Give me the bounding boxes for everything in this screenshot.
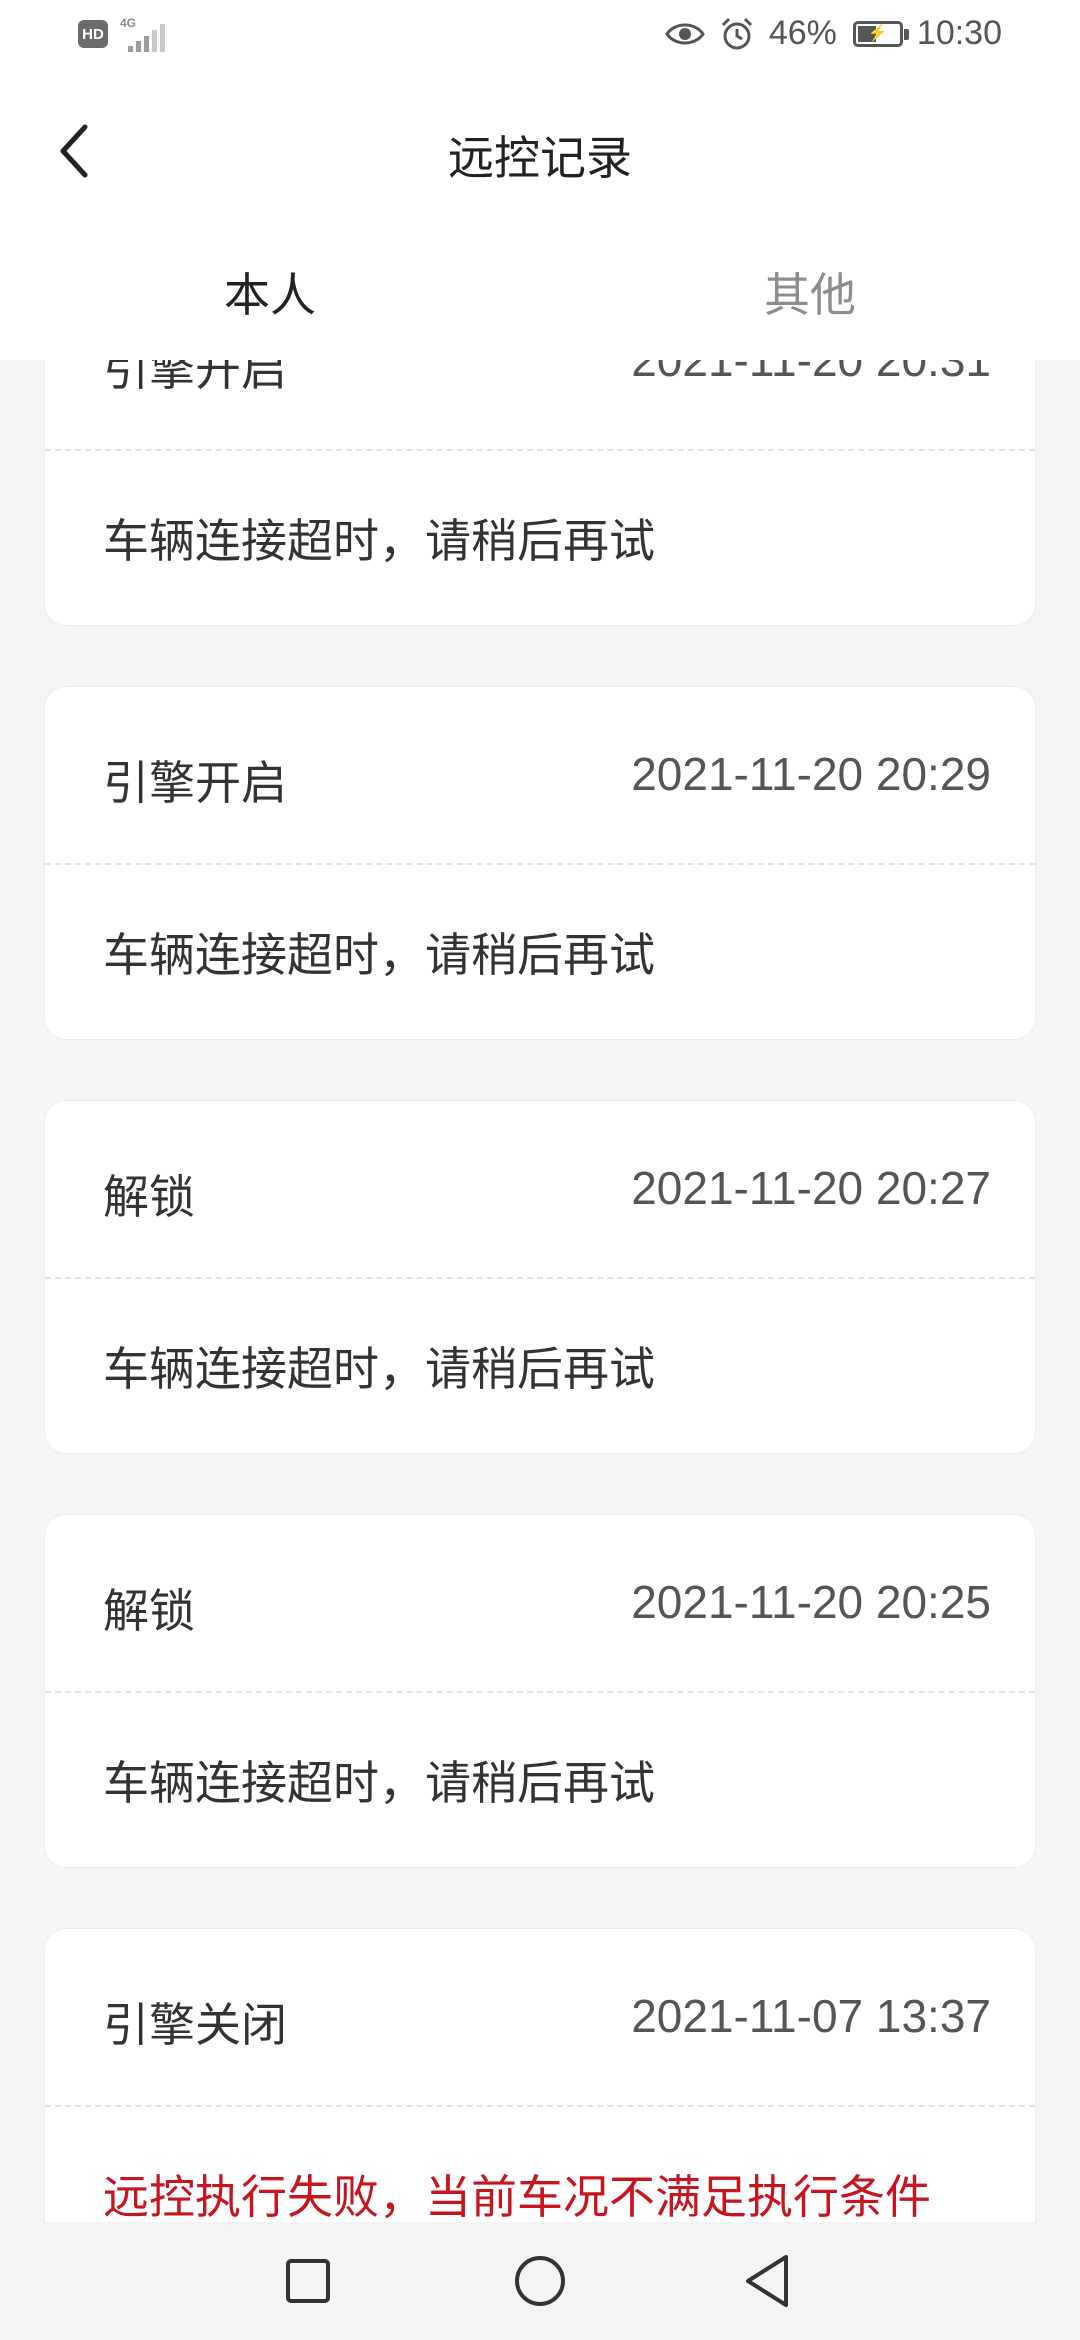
record-card[interactable]: 引擎开启 2021-11-20 20:31 车辆连接超时，请稍后再试 xyxy=(44,360,1036,626)
hd-badge: HD xyxy=(78,20,108,48)
record-action: 解锁 xyxy=(103,1170,195,1224)
status-left: HD 4G xyxy=(78,16,172,52)
screen: HD 4G 46% ⚡ 10:30 远控记录 本人 其他 引擎开启 2021-1… xyxy=(0,0,1080,2340)
record-card-header: 引擎开启 2021-11-20 20:31 xyxy=(45,360,1035,451)
record-card-header: 解锁 2021-11-20 20:27 xyxy=(45,1101,1035,1279)
record-result: 车辆连接超时，请稍后再试 xyxy=(103,514,655,568)
home-button[interactable] xyxy=(507,2248,573,2314)
tab-self[interactable]: 本人 xyxy=(0,232,540,360)
record-result-error: 远控执行失败，当前车况不满足执行条件 xyxy=(103,2170,931,2222)
record-card[interactable]: 解锁 2021-11-20 20:25 车辆连接超时，请稍后再试 xyxy=(44,1514,1036,1868)
alarm-icon xyxy=(719,16,755,52)
system-nav-bar xyxy=(0,2222,1080,2340)
page-title: 远控记录 xyxy=(448,131,632,185)
record-action: 引擎开启 xyxy=(103,360,287,396)
record-card-header: 引擎关闭 2021-11-07 13:37 xyxy=(45,1929,1035,2107)
battery-charging-icon: ⚡ xyxy=(852,20,909,47)
clock-time: 10:30 xyxy=(916,14,1002,52)
record-time: 2021-11-20 20:27 xyxy=(631,1162,991,1214)
recent-apps-button[interactable] xyxy=(275,2248,341,2314)
back-triangle-icon xyxy=(746,2255,788,2307)
record-time: 2021-11-20 20:31 xyxy=(631,360,991,386)
eye-icon xyxy=(665,20,705,48)
record-result: 车辆连接超时，请稍后再试 xyxy=(103,1756,655,1810)
network-indicator: 4G xyxy=(120,16,172,52)
battery-percent: 46% xyxy=(768,14,837,52)
tab-others[interactable]: 其他 xyxy=(540,232,1080,360)
record-action: 解锁 xyxy=(103,1584,195,1638)
status-right: 46% ⚡ 10:30 xyxy=(665,14,1002,53)
record-time: 2021-11-20 20:25 xyxy=(631,1576,991,1628)
record-card[interactable]: 解锁 2021-11-20 20:27 车辆连接超时，请稍后再试 xyxy=(44,1100,1036,1454)
record-card-header: 解锁 2021-11-20 20:25 xyxy=(45,1515,1035,1693)
record-card[interactable]: 引擎关闭 2021-11-07 13:37 远控执行失败，当前车况不满足执行条件 xyxy=(44,1928,1036,2222)
recent-apps-icon xyxy=(286,2259,330,2303)
tab-bar: 本人 其他 xyxy=(0,232,1080,360)
signal-strength-icon xyxy=(128,24,168,52)
record-result: 车辆连接超时，请稍后再试 xyxy=(103,928,655,982)
record-card[interactable]: 引擎开启 2021-11-20 20:29 车辆连接超时，请稍后再试 xyxy=(44,686,1036,1040)
record-time: 2021-11-20 20:29 xyxy=(631,748,991,800)
record-time: 2021-11-07 13:37 xyxy=(631,1990,991,2042)
records-list[interactable]: 引擎开启 2021-11-20 20:31 车辆连接超时，请稍后再试 引擎开启 … xyxy=(0,360,1080,2222)
record-result: 车辆连接超时，请稍后再试 xyxy=(103,1342,655,1396)
header: 远控记录 xyxy=(0,72,1080,232)
record-action: 引擎开启 xyxy=(103,756,287,810)
status-bar: HD 4G 46% ⚡ 10:30 xyxy=(0,0,1080,72)
record-action: 引擎关闭 xyxy=(103,1998,287,2052)
back-nav-button[interactable] xyxy=(735,2248,801,2314)
record-card-header: 引擎开启 2021-11-20 20:29 xyxy=(45,687,1035,865)
home-icon xyxy=(515,2256,565,2306)
